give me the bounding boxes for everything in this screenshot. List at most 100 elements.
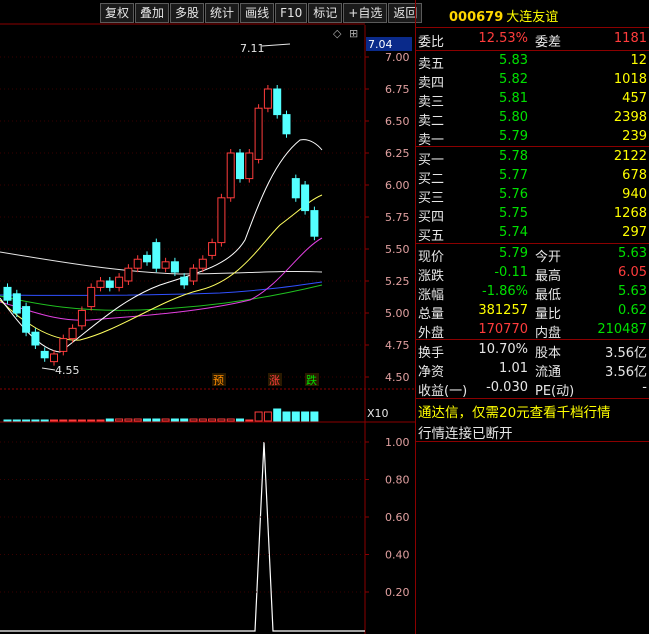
ask-label: 卖五 <box>418 57 445 72</box>
fundamental-value: -0.030 <box>486 380 528 395</box>
stock-code: 000679 <box>449 10 504 25</box>
ask-price: 5.79 <box>499 129 528 144</box>
grid-icon[interactable]: ⊞ <box>349 27 358 40</box>
toolbar-button-0[interactable]: 复权 <box>100 3 135 23</box>
toolbar-button-2[interactable]: 多股 <box>170 3 205 23</box>
quote-row: 涨跌 -0.11 最高 6.05 <box>418 264 648 284</box>
toolbar-button-4[interactable]: 画线 <box>240 3 275 23</box>
volume-bar <box>152 418 161 422</box>
indicator-spike <box>0 441 365 632</box>
quote-label-2: 最低 <box>535 288 562 303</box>
candle-body <box>143 254 151 263</box>
order-ratio-value: 12.53% <box>478 31 528 46</box>
candle-body <box>263 88 272 109</box>
ask-row: 卖二 5.80 2398 <box>418 109 648 129</box>
ask-volume: 12 <box>630 53 647 68</box>
volume-bar <box>143 418 151 422</box>
candle-body <box>133 258 142 269</box>
quote-value-2: 210487 <box>597 322 647 337</box>
volume-bar <box>236 418 244 422</box>
quote-value-2: 5.63 <box>618 246 647 261</box>
indicator-tick: 0.60 <box>385 511 410 524</box>
volume-bar <box>254 411 263 422</box>
volume-bar <box>40 419 49 422</box>
volume-bar <box>282 411 291 422</box>
ask-volume: 457 <box>622 91 647 106</box>
indicator-tick: 1.00 <box>385 436 410 449</box>
quote-value: -0.11 <box>494 265 528 280</box>
fundamental-value: 1.01 <box>499 361 528 376</box>
price-tick: 5.25 <box>385 275 410 288</box>
quote-label: 涨幅 <box>418 288 445 303</box>
toolbar-button-6[interactable]: 标记 <box>308 3 343 23</box>
fundamental-row: 换手 10.70% 股本 3.56亿 <box>418 341 648 361</box>
toolbar: 复权 叠加 多股 统计 画线 F10 标记 +自选 返回 <box>100 3 423 23</box>
bid-volume: 297 <box>622 225 647 240</box>
stock-name: 大连友谊 <box>506 10 559 25</box>
signal-markers: 预涨跌 <box>212 373 319 387</box>
volume-bar <box>12 419 21 422</box>
quote-label: 涨跌 <box>418 269 445 284</box>
volume-bar <box>189 418 198 422</box>
price-tick: 5.50 <box>385 243 410 256</box>
quote-value-2: 6.05 <box>618 265 647 280</box>
candle-body <box>50 353 58 363</box>
candle-body <box>22 306 31 333</box>
candle-body <box>96 280 105 288</box>
candle-body <box>198 258 207 269</box>
candle-body <box>226 152 235 199</box>
volume-bar <box>310 411 319 422</box>
moving-average-lines <box>0 139 323 353</box>
candle-body <box>87 286 96 308</box>
fundamental-label-2: 流通 <box>535 365 562 380</box>
candle-body <box>3 286 12 301</box>
ask-price: 5.83 <box>499 53 528 68</box>
promo-message[interactable]: 通达信，仅需20元查看千档行情 <box>418 401 611 421</box>
indicator-line <box>0 441 365 632</box>
volume-bar <box>133 418 142 422</box>
quote-row: 涨幅 -1.86% 最低 5.63 <box>418 283 648 303</box>
candle-body <box>310 210 319 237</box>
ask-row: 卖四 5.82 1018 <box>418 71 648 91</box>
ask-volume: 2398 <box>613 110 647 125</box>
indicator-tick: 0.20 <box>385 586 410 599</box>
candle-body <box>217 197 226 244</box>
fundamental-label: 净资 <box>418 365 445 380</box>
bid-price: 5.78 <box>499 149 528 164</box>
volume-bar <box>226 418 235 422</box>
fundamental-row: 收益(一) -0.030 PE(动) - <box>418 379 648 399</box>
price-tick: 6.25 <box>385 147 410 160</box>
fundamental-value-2: 3.56亿 <box>605 365 647 380</box>
bid-label: 买四 <box>418 210 445 225</box>
quote-value: 381257 <box>478 303 528 318</box>
volume-bar <box>170 418 179 422</box>
volume-bar <box>59 419 68 422</box>
toolbar-button-5[interactable]: F10 <box>275 3 308 23</box>
bid-price: 5.74 <box>499 225 528 240</box>
toolbar-button-3[interactable]: 统计 <box>205 3 240 23</box>
ask-volume: 1018 <box>613 72 647 87</box>
toolbar-button-7[interactable]: +自选 <box>343 3 388 23</box>
candle-body <box>40 350 49 359</box>
fundamental-label-2: 股本 <box>535 346 562 361</box>
toolbar-button-1[interactable]: 叠加 <box>135 3 170 23</box>
quote-value: 170770 <box>478 322 528 337</box>
diamond-icon[interactable]: ◇ <box>333 27 342 40</box>
candle-body <box>208 242 217 256</box>
ask-label: 卖四 <box>418 76 445 91</box>
candle-body <box>291 178 300 199</box>
price-tick: 6.00 <box>385 179 410 192</box>
ask-row: 卖五 5.83 12 <box>418 52 648 72</box>
volume-bar <box>115 418 124 422</box>
candle-body <box>152 242 161 269</box>
kline-chart[interactable]: 7.11 4.55 ◇ ⊞ 7.04 7.00 6.75 6.50 6.25 6.00 5… <box>0 0 415 634</box>
ask-row: 卖一 5.79 239 <box>418 128 648 148</box>
volume-bar <box>68 419 77 422</box>
bid-price: 5.77 <box>499 168 528 183</box>
fundamental-row: 净资 1.01 流通 3.56亿 <box>418 360 648 380</box>
bid-row: 买三 5.76 940 <box>418 186 648 206</box>
order-ratio-label: 委比 <box>418 35 445 50</box>
ask-volume: 239 <box>622 129 647 144</box>
quote-value: 5.79 <box>499 246 528 261</box>
ask-label: 卖二 <box>418 114 445 129</box>
